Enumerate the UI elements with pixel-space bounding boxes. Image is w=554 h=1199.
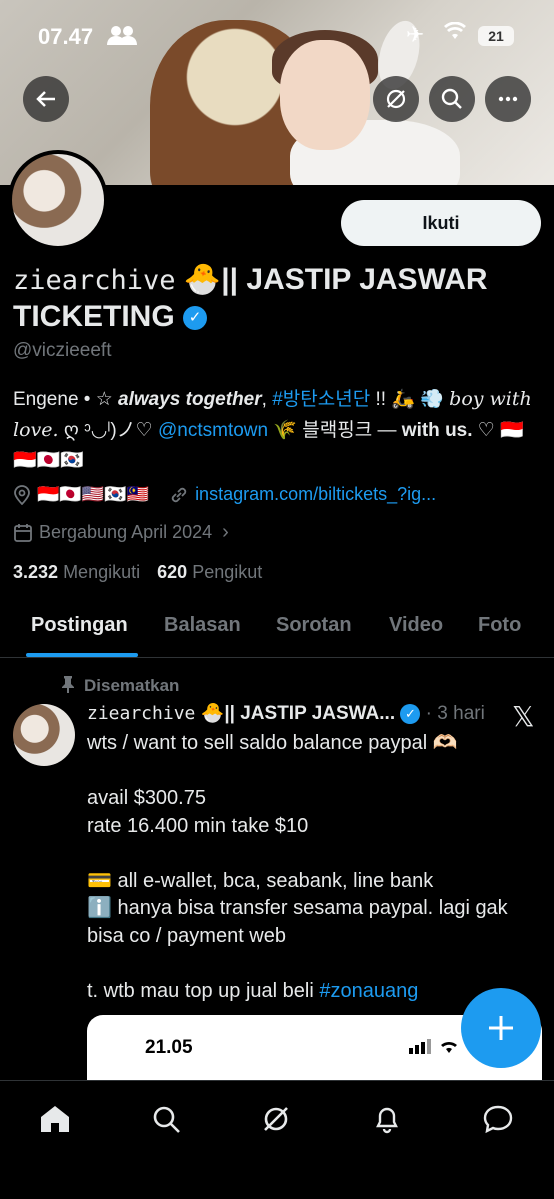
profile-avatar[interactable] — [8, 150, 108, 250]
post-text-line: t. wtb mau top up jual beli — [87, 979, 320, 1002]
nav-notifications[interactable] — [367, 1099, 407, 1139]
post-text-line: ℹ️ hanya bisa transfer sesama paypal. la… — [87, 897, 508, 947]
follow-button[interactable]: Ikuti — [341, 200, 541, 246]
search-icon — [153, 1106, 180, 1133]
followers-count: 620 — [157, 562, 188, 582]
calendar-icon — [14, 523, 32, 542]
tab-sorotan[interactable]: Sorotan — [276, 614, 352, 637]
focus-people-icon — [106, 24, 140, 52]
display-name: ziearchive 🐣|| JASTIP JASWAR TICKETING ✓ — [13, 262, 533, 335]
post-text-line: 💳 all e-wallet, bca, seabank, line bank — [87, 869, 434, 892]
media-signal-icon — [409, 1037, 469, 1060]
wifi-icon — [444, 21, 466, 46]
profile-meta-row: 🇮🇩🇯🇵🇺🇸🇰🇷🇲🇾 instagram.com/biltickets_?ig.… — [13, 484, 436, 505]
verified-badge-icon: ✓ — [400, 703, 421, 724]
profile-bio: Engene • ☆ always together, #방탄소년단 !! 🛵 … — [13, 384, 543, 476]
messages-icon — [483, 1105, 513, 1134]
profile-tabs: Postingan Balasan Sorotan Video Foto — [0, 600, 554, 658]
post-author-name: || JASTIP JASWA... — [224, 703, 396, 724]
bottom-navigation — [0, 1080, 554, 1199]
profile-location: 🇮🇩🇯🇵🇺🇸🇰🇷🇲🇾 — [37, 484, 150, 504]
grok-icon — [264, 1107, 288, 1131]
bio-text: ღ ᵓ◡ˡ)ノ♡ — [58, 420, 158, 441]
post-hashtag-link[interactable]: #zonauang — [319, 980, 418, 1002]
profile-handle: @viczieeeft — [13, 340, 112, 361]
back-arrow-icon — [36, 91, 55, 107]
tab-postingan[interactable]: Postingan — [31, 614, 128, 637]
airplane-mode-icon: ✈ — [406, 22, 425, 47]
post-author-avatar[interactable] — [13, 704, 75, 766]
following-label: Mengikuti — [63, 562, 141, 582]
post-header[interactable]: ziearchive 🐣|| JASTIP JASWA... ✓ · 3 har… — [87, 701, 507, 725]
verified-badge-icon[interactable]: ✓ — [183, 306, 208, 331]
following-count: 3.232 — [13, 562, 59, 582]
post-time[interactable]: · 3 hari — [426, 703, 485, 724]
x-logo-icon[interactable]: 𝕏 — [512, 700, 535, 733]
more-button[interactable] — [485, 76, 531, 122]
profile-website-link[interactable]: instagram.com/biltickets_?ig... — [195, 484, 436, 505]
status-time: 07.47 — [38, 24, 94, 49]
bio-text: 🌾 블랙핑크 — — [268, 420, 402, 441]
followers-link[interactable]: 620 Pengikut — [157, 562, 262, 582]
followers-label: Pengikut — [192, 562, 263, 582]
following-link[interactable]: 3.232 Mengikuti — [13, 562, 140, 582]
display-name-handle-text: ziearchive — [13, 265, 176, 296]
banner-person-right-face — [280, 40, 370, 150]
battery-icon: 21 — [478, 26, 514, 46]
nav-search[interactable] — [146, 1099, 186, 1139]
location-icon — [14, 484, 30, 505]
display-name-emoji: 🐣 — [183, 263, 222, 296]
bio-text: !! 🛵 💨 — [370, 389, 450, 410]
post-author-emoji: 🐣 — [200, 703, 225, 724]
tab-foto[interactable]: Foto — [478, 614, 521, 637]
nav-home[interactable] — [35, 1099, 75, 1139]
post-text-line: avail $300.75 — [87, 787, 206, 809]
more-icon — [498, 96, 518, 102]
media-status-time: 21.05 — [145, 1037, 193, 1058]
active-tab-indicator — [26, 653, 138, 657]
search-icon — [441, 88, 462, 109]
grok-button[interactable] — [373, 76, 419, 122]
post-text-line: wts / want to sell saldo balance paypal … — [87, 732, 458, 754]
link-icon — [171, 487, 187, 502]
compose-post-button[interactable] — [461, 988, 541, 1068]
back-button[interactable] — [23, 76, 69, 122]
bio-mention-link[interactable]: @nctsmtown — [158, 420, 268, 441]
chevron-right-icon: › — [222, 521, 229, 543]
bio-text: always together — [118, 389, 262, 410]
profile-counts: 3.232 Mengikuti 620 Pengikut — [13, 562, 262, 583]
bio-text: Engene • ☆ — [13, 389, 119, 410]
bio-hashtag-link[interactable]: #방탄소년단 — [272, 389, 370, 410]
pin-icon — [62, 676, 74, 693]
pinned-label: Disematkan — [60, 675, 179, 696]
nav-messages[interactable] — [478, 1099, 518, 1139]
home-icon — [41, 1106, 69, 1132]
post-author-handle-text: ziearchive — [87, 703, 196, 724]
pinned-text: Disematkan — [84, 676, 180, 695]
post-text-line: rate 16.400 min take $10 — [87, 814, 309, 837]
bio-text: with us. — [401, 420, 473, 441]
post-body[interactable]: wts / want to sell saldo balance paypal … — [87, 730, 547, 1005]
tab-video[interactable]: Video — [389, 614, 443, 637]
nav-grok[interactable] — [256, 1099, 296, 1139]
profile-joined: Bergabung April 2024 — [39, 522, 213, 542]
bio-text: , — [261, 389, 273, 410]
status-bar: 07.47 ✈ 21 — [0, 21, 554, 52]
search-button[interactable] — [429, 76, 475, 122]
profile-joined-row[interactable]: Bergabung April 2024 › — [13, 521, 229, 544]
notifications-icon — [376, 1107, 398, 1134]
tab-balasan[interactable]: Balasan — [164, 614, 241, 637]
grok-icon — [386, 89, 406, 109]
plus-icon — [489, 1016, 513, 1040]
